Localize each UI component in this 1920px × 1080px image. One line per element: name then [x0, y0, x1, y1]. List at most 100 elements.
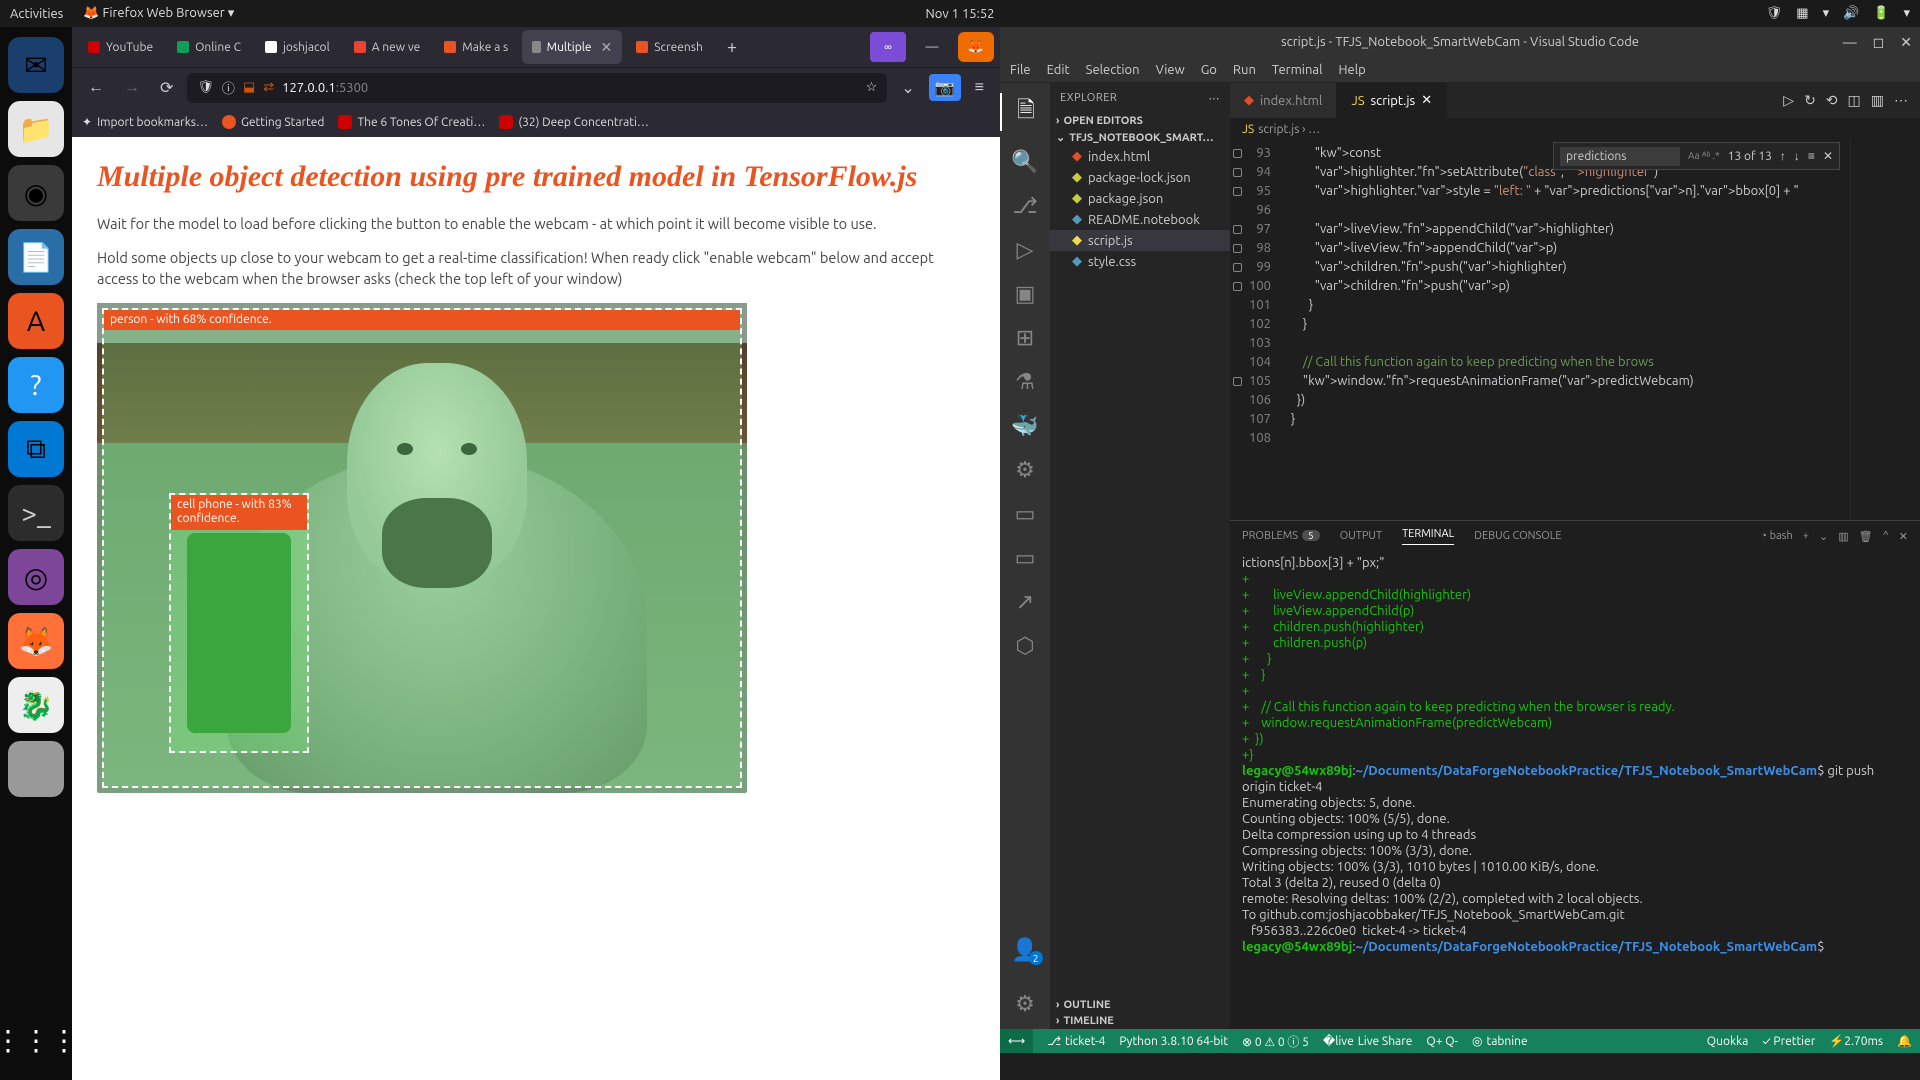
active-app[interactable]: 🦊 Firefox Web Browser ▾	[83, 6, 234, 21]
docker-icon[interactable]: 🐳	[1011, 413, 1038, 439]
browser-tab[interactable]: Make a s	[434, 30, 518, 64]
browser-tab[interactable]: YouTube	[78, 30, 163, 64]
dock-show-apps[interactable]: ⋮⋮⋮	[8, 1012, 64, 1068]
more-icon-2[interactable]: ▭	[1015, 545, 1036, 571]
status-q[interactable]: Q+ Q-	[1426, 1035, 1458, 1048]
run-debug-icon[interactable]: ▷	[1017, 237, 1034, 263]
status-diagnostics[interactable]: ⊗ 0 ⚠ 0 ⓘ 5	[1242, 1033, 1309, 1050]
panel-tab-debug[interactable]: DEBUG CONSOLE	[1474, 530, 1561, 542]
menu-selection[interactable]: Selection	[1086, 63, 1140, 77]
refresh-icon[interactable]: ↻	[1804, 92, 1816, 109]
gear-icon[interactable]: ⚙	[1015, 457, 1035, 483]
more-editor-icon[interactable]: ⋯	[1894, 92, 1908, 109]
timeline-section[interactable]: › TIMELINE	[1050, 1013, 1230, 1029]
close-panel-icon[interactable]: ✕	[1899, 530, 1908, 543]
new-tab-button[interactable]: +	[717, 37, 747, 57]
browser-tab[interactable]: joshjacol	[255, 30, 340, 64]
outline-section[interactable]: › OUTLINE	[1050, 997, 1230, 1013]
pocket-icon[interactable]: ⌄	[895, 74, 920, 101]
terminal-output[interactable]: ictions[n].bbox[3] + "px;"++ liveView.ap…	[1230, 551, 1920, 1029]
extension-icon[interactable]: ∞	[870, 32, 906, 62]
bookmark-import[interactable]: ✦ Import bookmarks…	[82, 115, 208, 129]
tab-index-html[interactable]: ◆index.html	[1230, 83, 1337, 118]
close-icon[interactable]: ✕	[1900, 34, 1912, 51]
dock-app1[interactable]: 🐉	[8, 677, 64, 733]
dock-vscode[interactable]: ⧉	[8, 421, 64, 477]
minimap[interactable]	[1850, 140, 1920, 520]
bookmark-getting-started[interactable]: Getting Started	[222, 115, 324, 129]
split-icon[interactable]: ▥	[1871, 92, 1884, 109]
kill-terminal-icon[interactable]: 🗑	[1859, 530, 1873, 543]
dock-firefox[interactable]: 🦊	[8, 613, 64, 669]
new-terminal-icon[interactable]: +	[1803, 530, 1809, 542]
browser-tab[interactable]: Screensh	[626, 30, 713, 64]
source-control-icon[interactable]: ⎇	[1012, 193, 1037, 219]
system-menu-icon[interactable]: ▾	[1903, 6, 1910, 21]
status-perf[interactable]: ⚡2.70ms	[1829, 1034, 1883, 1048]
open-editors-section[interactable]: › OPEN EDITORS	[1050, 113, 1230, 129]
split-terminal-icon[interactable]: ▥	[1838, 530, 1848, 543]
file-README-notebook[interactable]: ◆ README.notebook	[1050, 209, 1230, 230]
remote-icon[interactable]: ▣	[1015, 281, 1036, 307]
find-next-icon[interactable]: ↓	[1794, 149, 1800, 163]
dock-terminal[interactable]: >_	[8, 485, 64, 541]
dock-software[interactable]: A	[8, 293, 64, 349]
extensions-icon[interactable]: ⊞	[1016, 325, 1034, 351]
dock-files[interactable]: 📁	[8, 101, 64, 157]
cube-icon[interactable]: ⬡	[1015, 633, 1034, 659]
menu-view[interactable]: View	[1156, 63, 1185, 77]
maximize-panel-icon[interactable]: ^	[1883, 530, 1889, 542]
more-icon[interactable]: ⋯	[1209, 92, 1221, 105]
remote-indicator[interactable]: ⟷	[1000, 1029, 1033, 1053]
status-python[interactable]: Python 3.8.10 64-bit	[1119, 1035, 1228, 1048]
file-package-json[interactable]: ◆ package.json	[1050, 188, 1230, 209]
find-widget[interactable]: Aa ᴬᵇ .* 13 of 13 ↑ ↓ ≡ ✕	[1553, 142, 1840, 170]
maximize-icon[interactable]: ◻	[1873, 34, 1885, 51]
find-filter-icon[interactable]: ≡	[1808, 149, 1815, 163]
dock-thunderbird[interactable]: ✉	[8, 37, 64, 93]
dock-app2[interactable]	[8, 741, 64, 797]
dock-help[interactable]: ?	[8, 357, 64, 413]
bookmark-tones[interactable]: The 6 Tones Of Creati…	[338, 115, 485, 129]
terminal-shell-icon[interactable]: ◔ bash	[1760, 530, 1792, 542]
menu-run[interactable]: Run	[1233, 63, 1256, 77]
file-package-lock-json[interactable]: ◆ package-lock.json	[1050, 167, 1230, 188]
back-button[interactable]: ←	[82, 74, 110, 101]
menu-help[interactable]: Help	[1338, 63, 1365, 77]
explorer-icon[interactable]: 🗎	[1000, 93, 1050, 131]
file-script-js[interactable]: ◆ script.js	[1050, 230, 1230, 251]
menu-button[interactable]: ≡	[969, 74, 990, 101]
menu-terminal[interactable]: Terminal	[1272, 63, 1323, 77]
panel-tab-terminal[interactable]: TERMINAL	[1402, 528, 1454, 545]
clock[interactable]: Nov 1 15:52	[925, 7, 994, 21]
status-tabnine[interactable]: ◎ tabnine	[1472, 1034, 1528, 1048]
settings-icon[interactable]: ⚙	[1015, 991, 1035, 1017]
account-icon[interactable]: 👤2	[1011, 937, 1038, 963]
tab-script-js[interactable]: JSscript.js ✕	[1337, 83, 1447, 118]
bookmark-star-icon[interactable]: ☆	[866, 80, 878, 95]
camera-icon[interactable]: 📷	[929, 74, 961, 101]
code-editor[interactable]: 9394959697989910010110210310410510610710…	[1230, 140, 1920, 520]
file-index-html[interactable]: ◆ index.html	[1050, 146, 1230, 167]
dock-tor[interactable]: ◎	[8, 549, 64, 605]
find-prev-icon[interactable]: ↑	[1780, 149, 1786, 163]
find-input[interactable]	[1560, 147, 1680, 166]
panel-tab-problems[interactable]: PROBLEMS5	[1242, 530, 1320, 542]
breadcrumb[interactable]: JS script.js › …	[1230, 118, 1920, 140]
terminal-dropdown-icon[interactable]: ⌄	[1819, 530, 1828, 543]
share-icon[interactable]: ↗	[1016, 589, 1034, 615]
activities-button[interactable]: Activities	[10, 7, 63, 21]
find-close-icon[interactable]: ✕	[1823, 149, 1833, 163]
dock-libreoffice[interactable]: 📄	[8, 229, 64, 285]
status-quokka[interactable]: Quokka	[1707, 1034, 1748, 1048]
menu-file[interactable]: File	[1010, 63, 1031, 77]
forward-button[interactable]: →	[118, 74, 146, 101]
url-bar[interactable]: 🛡 ⓘ ⬓ ⇄ 127.0.0.1:5300 ☆	[187, 73, 887, 103]
compare-icon[interactable]: ⟲	[1826, 92, 1838, 109]
browser-tab[interactable]: Online C	[167, 30, 251, 64]
testing-icon[interactable]: ⚗	[1015, 369, 1035, 395]
status-branch[interactable]: ⎇ ticket-4	[1047, 1034, 1105, 1048]
file-style-css[interactable]: ◆ style.css	[1050, 251, 1230, 272]
dock-rhythmbox[interactable]: ◉	[8, 165, 64, 221]
status-prettier[interactable]: ✓ Prettier	[1762, 1034, 1815, 1048]
